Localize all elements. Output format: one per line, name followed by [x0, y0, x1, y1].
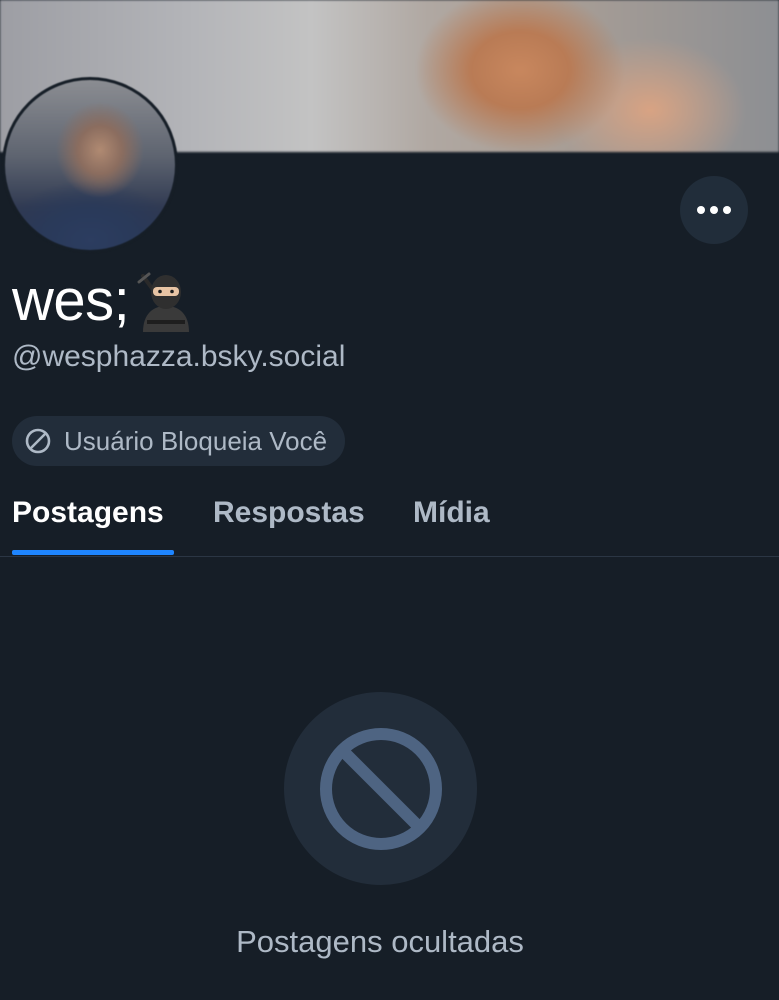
ninja-emoji-icon: [137, 272, 190, 332]
profile-handle[interactable]: @wesphazza.bsky.social: [12, 340, 345, 374]
blocked-status-badge: Usuário Bloqueia Você: [12, 416, 346, 466]
profile-tabs: Postagens Respostas Mídia: [0, 486, 779, 557]
more-horizontal-icon: [697, 206, 731, 214]
tab-midia[interactable]: Mídia: [413, 486, 490, 556]
block-icon: [319, 727, 442, 850]
display-name: wes;: [12, 262, 197, 338]
tab-postagens[interactable]: Postagens: [12, 486, 164, 556]
more-options-button[interactable]: [680, 176, 748, 244]
profile-screen: wes; @wesphazza.bsky.social Usuário Bloq…: [0, 0, 779, 1000]
tab-respostas[interactable]: Respostas: [213, 486, 365, 556]
empty-state-icon-container: [284, 692, 477, 885]
blocked-status-label: Usuário Bloqueia Você: [64, 425, 328, 456]
empty-state-message: Postagens ocultadas: [236, 924, 524, 959]
display-name-text: wes;: [12, 267, 130, 333]
active-tab-indicator: [12, 550, 174, 555]
avatar[interactable]: [2, 77, 178, 253]
block-icon: [25, 428, 51, 454]
